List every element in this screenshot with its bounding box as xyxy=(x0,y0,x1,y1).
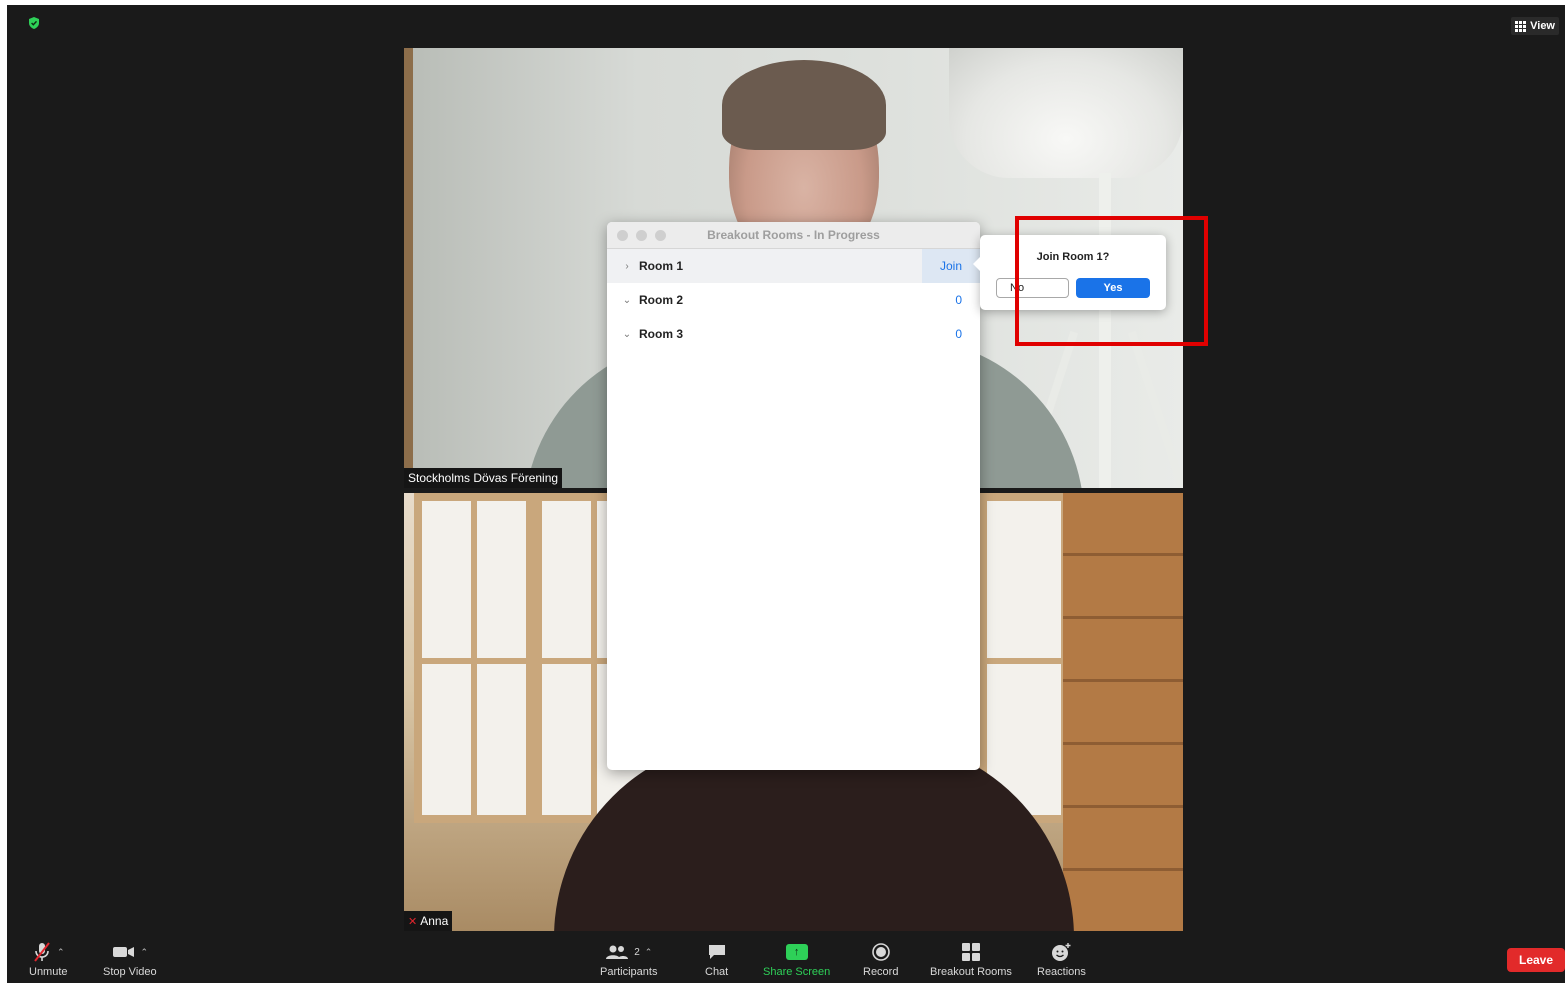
view-label: View xyxy=(1530,20,1555,32)
room-name: Room 1 xyxy=(639,259,684,273)
room-name: Room 2 xyxy=(639,293,684,307)
participant-name-tag: Stockholms Dövas Förening xyxy=(404,468,563,488)
lamp-leg xyxy=(1127,330,1183,488)
reactions-smiley-icon xyxy=(1052,943,1071,961)
breakout-rooms-icon xyxy=(961,943,980,961)
chat-button[interactable]: Chat xyxy=(705,940,728,978)
chevron-down-icon[interactable]: ⌄ xyxy=(621,295,633,306)
participant-name: Stockholms Dövas Förening xyxy=(408,471,559,485)
grid-view-icon xyxy=(1515,20,1527,32)
chat-icon xyxy=(708,945,725,959)
room-participant-count: 0 xyxy=(955,327,962,341)
reactions-label: Reactions xyxy=(1037,966,1086,978)
record-icon xyxy=(871,943,890,961)
wooden-cabinet xyxy=(1063,493,1183,931)
participants-count: 2 xyxy=(634,946,640,958)
breakout-rooms-button[interactable]: Breakout Rooms xyxy=(930,940,1012,978)
unmute-label: Unmute xyxy=(29,966,68,978)
panel-title: Breakout Rooms - In Progress xyxy=(707,228,880,242)
meeting-window: View Stockholms Dövas Förening ✕ Anna Br… xyxy=(7,5,1565,983)
room-row-2[interactable]: ⌄ Room 2 0 xyxy=(607,283,980,317)
join-room-button[interactable]: Join xyxy=(922,249,980,283)
record-label: Record xyxy=(863,966,899,978)
lamp xyxy=(949,48,1183,178)
video-options-caret-icon[interactable]: ⌃ xyxy=(141,947,149,958)
window-frame xyxy=(979,493,1069,823)
participant-name-tag: ✕ Anna xyxy=(404,911,453,931)
share-screen-button[interactable]: ↑ Share Screen xyxy=(763,940,830,978)
reactions-button[interactable]: Reactions xyxy=(1037,940,1086,978)
encryption-shield-icon[interactable] xyxy=(27,16,41,30)
view-button[interactable]: View xyxy=(1511,17,1559,35)
room-row-3[interactable]: ⌄ Room 3 0 xyxy=(607,317,980,351)
window-frame xyxy=(414,493,534,823)
breakout-rooms-label: Breakout Rooms xyxy=(930,966,1012,978)
chevron-down-icon[interactable]: ⌄ xyxy=(621,329,633,340)
meeting-toolbar: ⌃ Unmute ⌃ Stop Video 2 ⌃ Participants C… xyxy=(7,934,1565,983)
stop-video-control[interactable]: ⌃ Stop Video xyxy=(103,940,157,979)
participants-icon xyxy=(606,945,629,959)
share-screen-icon: ↑ xyxy=(785,944,808,960)
unmute-control[interactable]: ⌃ Unmute xyxy=(29,940,68,978)
panel-titlebar[interactable]: Breakout Rooms - In Progress xyxy=(607,222,980,249)
room-participant-count: 0 xyxy=(955,293,962,307)
participant-hair xyxy=(722,60,886,150)
share-screen-label: Share Screen xyxy=(763,966,831,978)
wall-edge xyxy=(404,48,413,488)
chevron-right-icon[interactable]: › xyxy=(621,261,633,272)
participants-control[interactable]: 2 ⌃ Participants xyxy=(600,940,657,978)
muted-mic-icon: ✕ xyxy=(408,915,418,928)
microphone-muted-icon[interactable] xyxy=(32,941,52,963)
room-name: Room 3 xyxy=(639,327,684,341)
breakout-rooms-panel: Breakout Rooms - In Progress › Room 1 Jo… xyxy=(607,222,980,770)
participants-caret-icon[interactable]: ⌃ xyxy=(645,947,653,958)
room-row-1[interactable]: › Room 1 Join xyxy=(607,249,980,283)
chat-label: Chat xyxy=(705,966,729,978)
video-camera-icon[interactable] xyxy=(112,944,136,960)
participants-label: Participants xyxy=(600,966,658,978)
record-button[interactable]: Record xyxy=(863,940,898,978)
leave-button[interactable]: Leave xyxy=(1507,948,1565,972)
audio-options-caret-icon[interactable]: ⌃ xyxy=(57,947,65,958)
participant-name: Anna xyxy=(420,914,449,928)
stop-video-label: Stop Video xyxy=(103,966,157,978)
highlight-box xyxy=(1015,216,1208,346)
